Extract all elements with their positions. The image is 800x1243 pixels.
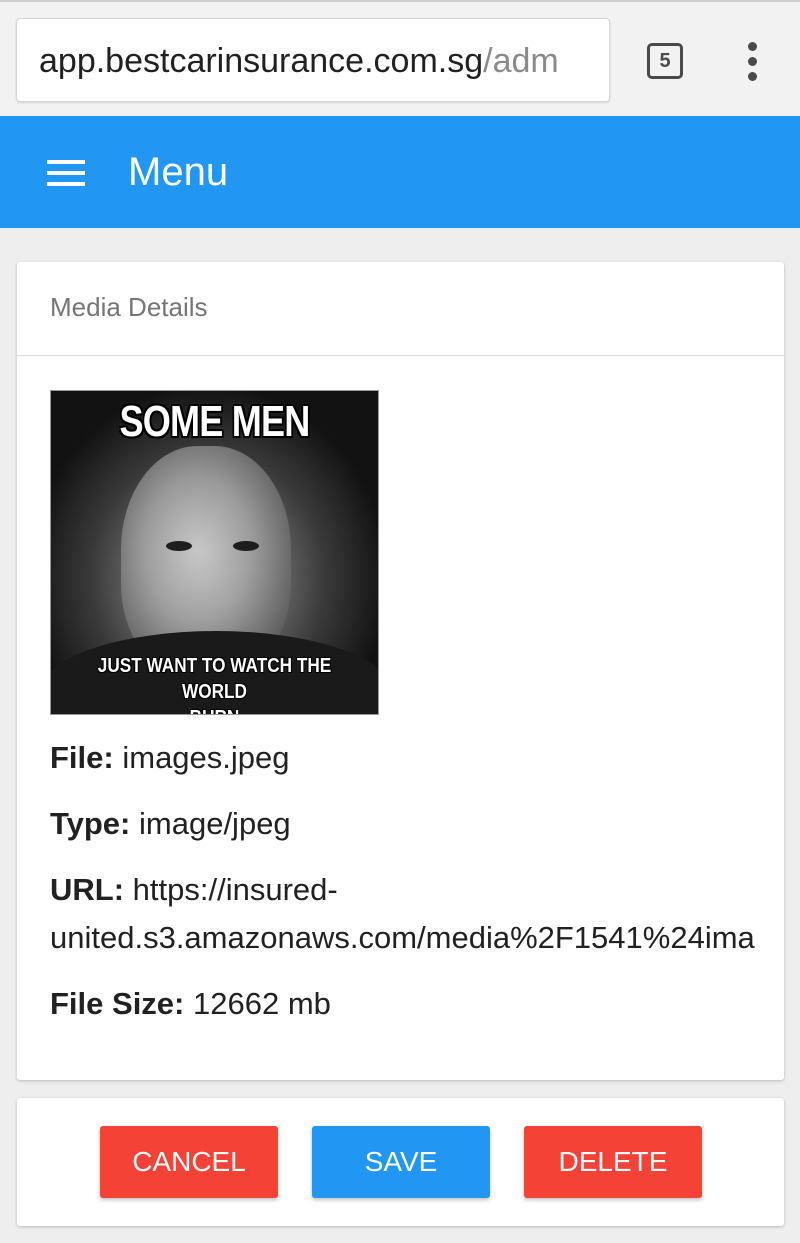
file-size-row: File Size: 12662 mb [50, 980, 331, 1028]
dot [748, 57, 757, 66]
meme-bottom-line1: JUST WANT TO WATCH THE WORLD [97, 655, 332, 703]
address-bar[interactable]: app.bestcarinsurance.com.sg/adm [16, 18, 610, 102]
url-host: app.bestcarinsurance.com.sg [39, 42, 484, 80]
type-value: image/jpeg [139, 806, 291, 841]
cancel-button[interactable]: CANCEL [100, 1126, 278, 1198]
size-label: File Size: [50, 986, 185, 1021]
url-path: /adm [483, 42, 559, 80]
card-header: Media Details [17, 262, 784, 356]
meme-top-caption: SOME MEN [119, 397, 311, 446]
url-value-line1[interactable]: https://insured- [133, 872, 338, 907]
meme-bottom-line2: BURN [74, 705, 355, 714]
delete-button[interactable]: DELETE [524, 1126, 702, 1198]
media-details-card: Media Details SOME MEN JUST WANT TO WATC… [17, 262, 784, 1080]
url-label: URL: [50, 872, 125, 907]
size-value: 12662 mb [193, 986, 331, 1021]
file-value: images.jpeg [122, 740, 290, 775]
portrait-eye [166, 541, 192, 551]
file-label: File: [50, 740, 114, 775]
dot [748, 42, 757, 51]
tab-switcher-button[interactable]: 5 [647, 43, 683, 79]
meme-bottom-caption: JUST WANT TO WATCH THE WORLD BURN [74, 653, 355, 714]
actions-card: CANCEL SAVE DELETE [17, 1098, 784, 1226]
tab-count: 5 [659, 50, 671, 72]
file-name-row: File: images.jpeg [50, 734, 290, 782]
media-image-preview: SOME MEN JUST WANT TO WATCH THE WORLD BU… [50, 390, 379, 715]
dot [748, 72, 757, 81]
save-button[interactable]: SAVE [312, 1126, 490, 1198]
hamburger-menu-icon[interactable] [47, 160, 85, 186]
file-url-row: URL: https://insured- united.s3.amazonaw… [50, 866, 755, 962]
portrait-eye [233, 541, 259, 551]
more-options-icon[interactable] [738, 40, 768, 82]
type-label: Type: [50, 806, 131, 841]
file-type-row: Type: image/jpeg [50, 800, 291, 848]
browser-toolbar: app.bestcarinsurance.com.sg/adm 5 [0, 0, 800, 116]
app-bar-title[interactable]: Menu [128, 146, 228, 198]
app-bar: Menu [0, 116, 800, 228]
url-value-line2[interactable]: united.s3.amazonaws.com/media%2F1541%24i… [50, 914, 755, 962]
